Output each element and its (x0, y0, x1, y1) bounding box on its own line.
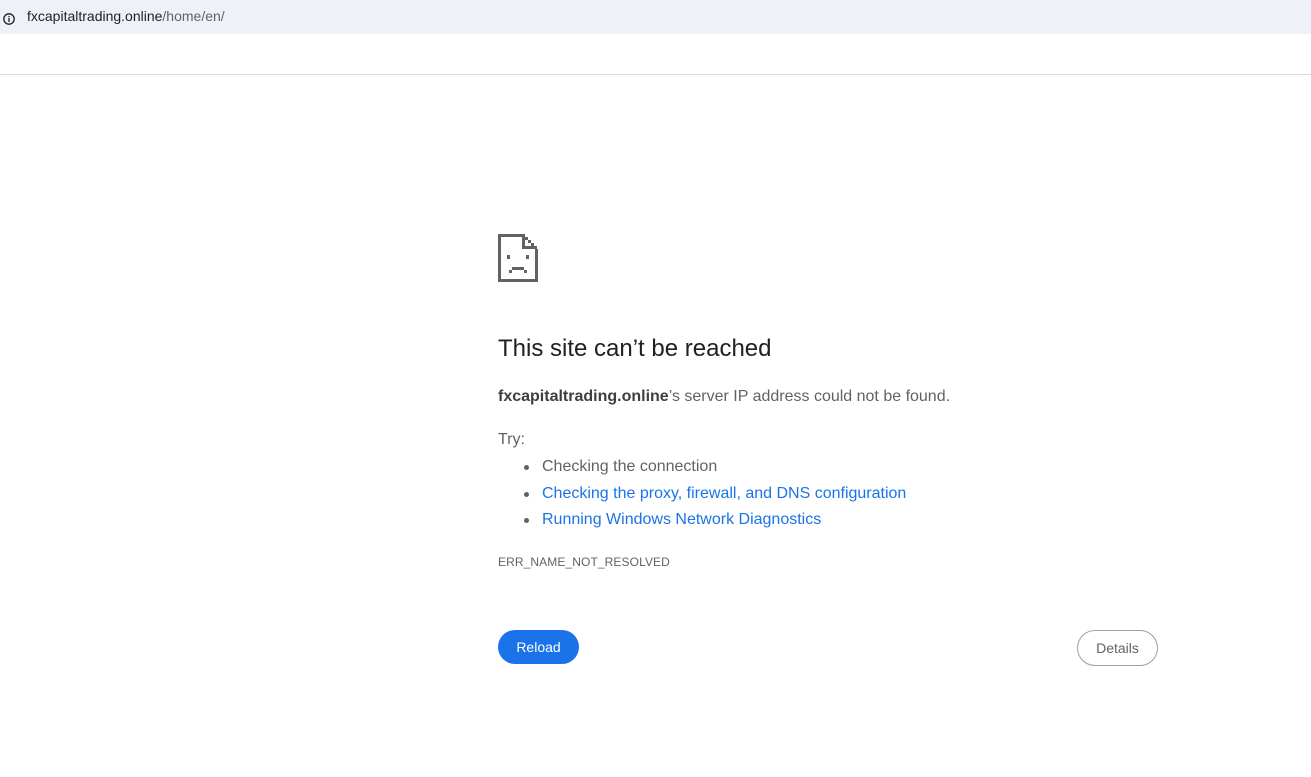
error-content: This site can’t be reached fxcapitaltrad… (498, 234, 1158, 569)
error-code: ERR_NAME_NOT_RESOLVED (498, 555, 670, 569)
url-path: /home/en/ (162, 8, 225, 24)
suggestion-check-connection: Checking the connection (523, 454, 906, 481)
details-button[interactable]: Details (1077, 630, 1158, 666)
suggestion-network-diagnostics[interactable]: Running Windows Network Diagnostics (523, 507, 906, 534)
sad-document-icon (498, 234, 1158, 282)
error-message: ’s server IP address could not be found. (668, 388, 951, 405)
error-description: fxcapitaltrading.online’s server IP addr… (498, 388, 950, 406)
suggestion-label: Checking the connection (542, 458, 718, 475)
toolbar-strip (0, 34, 1311, 75)
suggestion-check-proxy[interactable]: Checking the proxy, firewall, and DNS co… (523, 481, 906, 508)
url-host: fxcapitaltrading.online (27, 8, 163, 24)
info-icon[interactable] (3, 12, 15, 25)
try-label: Try: (498, 431, 525, 448)
address-bar[interactable]: fxcapitaltrading.online/home/en/ (0, 0, 1311, 34)
proxy-firewall-dns-link[interactable]: Checking the proxy, firewall, and DNS co… (542, 485, 906, 502)
url-text[interactable]: fxcapitaltrading.online/home/en/ (27, 8, 225, 24)
network-diagnostics-link[interactable]: Running Windows Network Diagnostics (542, 511, 821, 528)
error-host: fxcapitaltrading.online (498, 388, 669, 405)
suggestions-list: Checking the connection Checking the pro… (498, 454, 906, 534)
reload-button[interactable]: Reload (498, 630, 579, 664)
page-title: This site can’t be reached (498, 335, 772, 362)
